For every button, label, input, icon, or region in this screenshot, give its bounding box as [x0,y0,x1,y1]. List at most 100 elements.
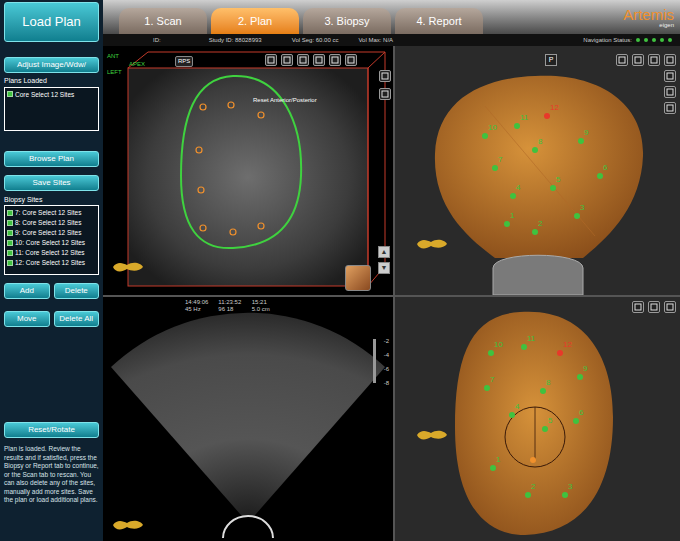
site-button[interactable]: Delete [54,283,100,299]
tool-button[interactable] [379,88,391,100]
site-dot [542,426,548,432]
scan-arrows: ▲▼ [378,246,390,274]
checkbox[interactable] [7,240,13,246]
tool-button[interactable] [632,54,644,66]
site-dot [550,185,556,191]
site-button[interactable]: Add [4,283,50,299]
site-label: 1 [496,456,500,464]
site-label: 10 [494,341,503,349]
tool-button[interactable] [664,301,676,313]
nav-status-dot [668,38,672,42]
vol-seg: Vol Seg: 60.00 cc [292,36,339,45]
tool-button[interactable] [664,102,676,114]
reset-button[interactable]: Reset/Rotate [4,422,99,438]
site-item[interactable]: 12: Core Select 12 Sites [7,258,96,267]
app: Load Plan Adjust Image/Wdw/Plans Loaded Co… [0,0,680,541]
tool-button[interactable] [313,54,325,66]
site-item[interactable]: 10: Core Select 12 Sites [7,238,96,247]
view-icon [299,56,307,64]
tool-button[interactable] [632,301,644,313]
arrow-button[interactable]: ▼ [378,262,390,274]
logo-name: Artemis [623,7,674,22]
site-dot [577,374,583,380]
tool-button[interactable] [329,54,341,66]
site-label: 6 [579,409,583,417]
site-item[interactable]: 11: Core Select 12 Sites [7,248,96,257]
site-dot [557,350,563,356]
reset-overlay[interactable]: Reset Anterior/Posterior [253,96,317,105]
tool-button[interactable] [664,54,676,66]
tab[interactable]: 2. Plan [211,8,299,34]
plans-label: Plans Loaded [4,76,99,87]
ultrasound-panel[interactable]: 14:49:0611:23:5215:2145 Hz96 185.0 cm-2-… [103,297,393,541]
tool-button[interactable] [379,70,391,82]
logo: Artemiseigen [623,7,674,28]
readout-value: 96 18 [218,306,241,313]
view-icon [315,56,323,64]
sites-list: 7: Core Select 12 Sites8: Core Select 12… [4,205,99,275]
arrow-button[interactable]: ▲ [378,246,390,258]
site-dot [521,344,527,350]
nav-status-dot [636,38,640,42]
prostate-model-icon [395,297,680,538]
checkbox[interactable] [7,230,13,236]
tab[interactable]: 3. Biopsy [303,8,391,34]
view-icon [666,88,674,96]
site-label: 11 [520,114,528,122]
site-item[interactable]: 7: Core Select 12 Sites [7,208,96,217]
tab[interactable]: 1. Scan [119,8,207,34]
scan-toolbar [265,54,357,66]
scan-3d-panel[interactable]: ANTAPEXLEFTRPSReset Anterior/Posterior▲▼ [103,46,393,295]
site-dot [597,173,603,179]
view-icon [618,56,626,64]
tool-button[interactable] [281,54,293,66]
ultrasound-fan-icon [103,297,393,538]
plan-button[interactable]: Save Sites [4,175,99,191]
tool-button[interactable] [265,54,277,66]
checkbox[interactable] [7,250,13,256]
checkbox[interactable] [7,210,13,216]
site-label: 6 [603,164,607,172]
tool-button[interactable] [664,86,676,98]
tab[interactable]: 4. Report [395,8,483,34]
help-text: Plan is loaded. Review the results and i… [4,445,99,505]
adjust-image-button[interactable]: Adjust Image/Wdw/ [4,57,99,73]
tool-button[interactable] [648,54,660,66]
site-dot [578,138,584,144]
nav-status-label: Navigation Status: [583,36,632,45]
mode-button[interactable]: RPS [175,56,193,67]
site-label: 2 [531,483,535,491]
checkbox[interactable] [7,260,13,266]
site-dot [492,165,498,171]
readout-value: 11:23:52 [218,299,241,306]
site-button[interactable]: Move [4,311,50,327]
plan-item[interactable]: Core Select 12 Sites [7,90,96,100]
model-bottom-panel[interactable]: 123456789101112 [395,297,680,541]
tool-button[interactable] [616,54,628,66]
tool-button[interactable] [297,54,309,66]
site-label: 4 [516,184,520,192]
site-item[interactable]: 8: Core Select 12 Sites [7,218,96,227]
view-icon [381,72,389,80]
plan-button[interactable]: Browse Plan [4,151,99,167]
model-top-panel[interactable]: 123456789101112P [395,46,680,295]
orientation-label: ANT [107,52,145,60]
site-label: 3 [568,483,572,491]
scale-tick: -6 [384,365,389,374]
site-item[interactable]: 9: Core Select 12 Sites [7,228,96,237]
checkbox[interactable] [7,220,13,226]
load-plan-button[interactable]: Load Plan [4,2,99,42]
tool-button[interactable] [648,301,660,313]
scale-tick: -2 [384,337,389,346]
site-dot [525,492,531,498]
tool-button[interactable] [664,70,676,82]
site-button[interactable]: Delete All [54,311,100,327]
tool-button[interactable] [345,54,357,66]
site-label: 8 [538,138,542,146]
site-label: 2 [538,220,542,228]
p-button[interactable]: P [545,54,557,66]
logo-sub: eigen [659,22,674,28]
checkbox[interactable] [7,91,13,97]
orientation-labels: ANTAPEXLEFT [107,52,145,76]
site-label: 1 [510,212,514,220]
